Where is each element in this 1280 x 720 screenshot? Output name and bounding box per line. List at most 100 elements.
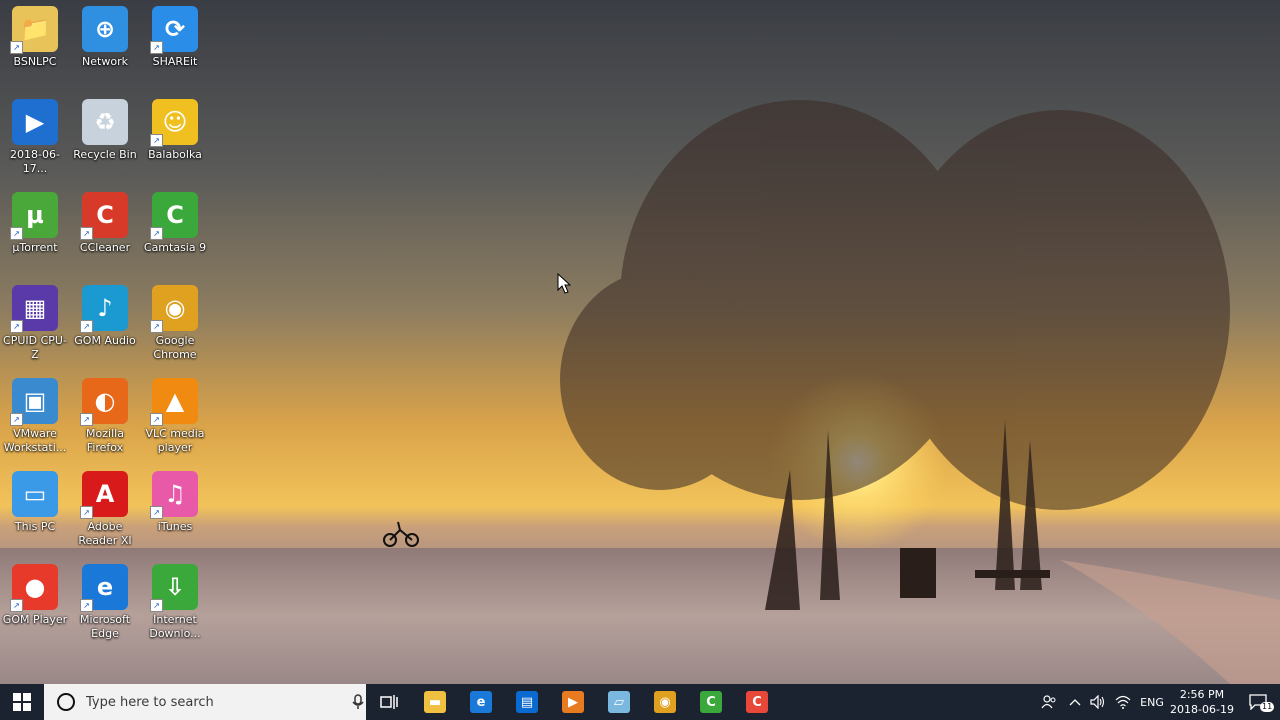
wifi-icon — [1115, 695, 1131, 709]
desktop-icon-label: CCleaner — [79, 241, 131, 254]
desktop-icon-network[interactable]: ⊕ Network — [70, 6, 140, 69]
desktop-icon-shareit[interactable]: ⟳ ↗ SHAREit — [140, 6, 210, 69]
this-pc-icon: ▭ — [12, 471, 58, 517]
balabolka-icon: ☺ ↗ — [150, 99, 198, 147]
desktop-icon-label: GOM Audio — [74, 334, 136, 347]
desktop-icon-camtasia[interactable]: C ↗ Camtasia 9 — [140, 192, 210, 255]
desktop-icon-user-folder[interactable]: 📁 ↗ BSNLPC — [0, 6, 70, 69]
icon-glyph: ▭ — [23, 480, 47, 508]
desktop-icon-label: CPUID CPU-Z — [3, 334, 67, 361]
volume-button[interactable] — [1086, 684, 1110, 720]
camtasia-icon: C — [700, 691, 722, 713]
taskbar-search-box[interactable] — [44, 684, 366, 720]
recycle-bin-icon: ♻ — [82, 99, 128, 145]
utorrent-icon: µ ↗ — [10, 192, 58, 240]
shortcut-arrow-icon: ↗ — [80, 413, 93, 426]
taskbar-app-media[interactable]: ▶ — [550, 684, 596, 720]
microphone-icon[interactable] — [352, 694, 364, 710]
camtasia-recorder-icon: C — [746, 691, 768, 713]
desktop-icon-label: VLC media player — [145, 427, 205, 454]
action-center-button[interactable]: 11 — [1236, 684, 1280, 720]
shortcut-arrow-icon: ↗ — [150, 506, 163, 519]
shortcut-arrow-icon: ↗ — [10, 41, 23, 54]
desktop-icon-chrome[interactable]: ◉ ↗ Google Chrome — [140, 285, 210, 362]
taskbar-app-camtasia[interactable]: C — [688, 684, 734, 720]
taskbar-app-store[interactable]: ▤ — [504, 684, 550, 720]
task-view-button[interactable] — [366, 684, 412, 720]
clock-time: 2:56 PM — [1179, 688, 1225, 701]
edge-icon: e ↗ — [80, 564, 128, 612]
people-button[interactable] — [1034, 684, 1064, 720]
desktop-icon-vlc[interactable]: ▲ ↗ VLC media player — [140, 378, 210, 455]
pinned-apps: ▬ e ▤ ▶ ▱ ◉ C C — [412, 684, 780, 720]
desktop-icon-balabolka[interactable]: ☺ ↗ Balabolka — [140, 99, 210, 162]
taskbar-app-file-explorer[interactable]: ▬ — [412, 684, 458, 720]
task-view-icon — [380, 695, 398, 709]
desktop-icon-label: Recycle Bin — [73, 148, 137, 161]
desktop-icon-label: µTorrent — [12, 241, 58, 254]
cpuz-icon: ▦ ↗ — [10, 285, 58, 333]
desktop-icon-firefox[interactable]: ◐ ↗ Mozilla Firefox — [70, 378, 140, 455]
desktop-icon-video-file[interactable]: ▶ 2018-06-17... — [0, 99, 70, 176]
show-hidden-icons-button[interactable] — [1064, 684, 1086, 720]
desktop-icon-internet-download-manager[interactable]: ⇩ ↗ Internet Downlo... — [140, 564, 210, 641]
taskbar-app-camtasia-recorder[interactable]: C — [734, 684, 780, 720]
shortcut-arrow-icon: ↗ — [150, 413, 163, 426]
itunes-icon: ♫ ↗ — [150, 471, 198, 519]
desktop-icon-utorrent[interactable]: µ ↗ µTorrent — [0, 192, 70, 255]
search-input[interactable] — [84, 693, 328, 711]
desktop-icon-label: Internet Downlo... — [149, 613, 201, 640]
desktop-icon-label: Balabolka — [148, 148, 202, 161]
adobe-reader-icon: A ↗ — [80, 471, 128, 519]
desktop-icon-edge[interactable]: e ↗ Microsoft Edge — [70, 564, 140, 641]
start-button[interactable] — [0, 684, 44, 720]
gom-audio-icon: ♪ ↗ — [80, 285, 128, 333]
desktop-icon-label: GOM Player — [2, 613, 68, 626]
shortcut-arrow-icon: ↗ — [150, 599, 163, 612]
shortcut-arrow-icon: ↗ — [10, 320, 23, 333]
taskbar-app-chrome[interactable]: ◉ — [642, 684, 688, 720]
taskbar-app-edge[interactable]: e — [458, 684, 504, 720]
folder-icon: ▬ — [424, 691, 446, 713]
mouse-cursor-icon — [557, 273, 571, 294]
desktop-icon-vmware[interactable]: ▣ ↗ VMware Workstati... — [0, 378, 70, 455]
icon-glyph: ▶ — [25, 108, 45, 136]
icon-glyph: ♻ — [94, 108, 116, 136]
notification-badge: 11 — [1260, 702, 1275, 712]
user-folder-icon: 📁 ↗ — [10, 6, 58, 54]
people-icon — [1041, 695, 1056, 709]
desktop-icon-this-pc[interactable]: ▭ This PC — [0, 471, 70, 534]
desktop-icon-itunes[interactable]: ♫ ↗ iTunes — [140, 471, 210, 534]
desktop-icon-label: This PC — [14, 520, 56, 533]
network-icon: ⊕ — [82, 6, 128, 52]
notepad-icon: ▱ — [608, 691, 630, 713]
desktop-icon-label: Microsoft Edge — [79, 613, 131, 640]
media-player-icon: ▶ — [562, 691, 584, 713]
desktop-icon-cpuz[interactable]: ▦ ↗ CPUID CPU-Z — [0, 285, 70, 362]
speaker-icon — [1090, 695, 1105, 709]
shortcut-arrow-icon: ↗ — [10, 413, 23, 426]
shareit-icon: ⟳ ↗ — [150, 6, 198, 54]
desktop-icon-gom-player[interactable]: ● ↗ GOM Player — [0, 564, 70, 627]
internet-download-manager-icon: ⇩ ↗ — [150, 564, 198, 612]
desktop-icon-label: Mozilla Firefox — [86, 427, 124, 454]
shortcut-arrow-icon: ↗ — [80, 599, 93, 612]
desktop-icon-label: Camtasia 9 — [143, 241, 207, 254]
edge-icon: e — [470, 691, 492, 713]
clock[interactable]: 2:56 PM 2018-06-19 — [1168, 684, 1236, 720]
shortcut-arrow-icon: ↗ — [150, 134, 163, 147]
clock-date: 2018-06-19 — [1170, 703, 1234, 716]
chrome-icon: ◉ ↗ — [150, 285, 198, 333]
taskbar-app-notes[interactable]: ▱ — [596, 684, 642, 720]
desktop-icon-adobe-reader[interactable]: A ↗ Adobe Reader XI — [70, 471, 140, 548]
desktop-icon-label: SHAREit — [152, 55, 198, 68]
desktop-icon-ccleaner[interactable]: C ↗ CCleaner — [70, 192, 140, 255]
input-language-indicator[interactable]: ENG — [1136, 684, 1168, 720]
taskbar: ▬ e ▤ ▶ ▱ ◉ C C ENG 2:56 PM 2018-06-19 11 — [0, 684, 1280, 720]
network-button[interactable] — [1110, 684, 1136, 720]
desktop-icon-recycle-bin[interactable]: ♻ Recycle Bin — [70, 99, 140, 162]
shortcut-arrow-icon: ↗ — [80, 506, 93, 519]
desktop-icon-label: Network — [82, 55, 128, 68]
desktop-icon-label: BSNLPC — [13, 55, 57, 68]
desktop-icon-gom-audio[interactable]: ♪ ↗ GOM Audio — [70, 285, 140, 348]
